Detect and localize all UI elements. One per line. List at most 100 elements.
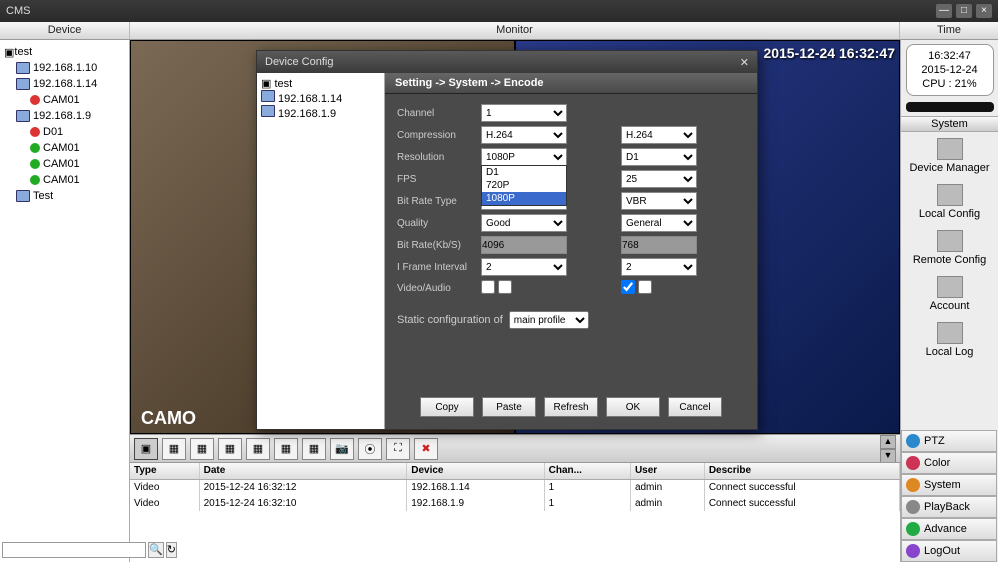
view-2x2-button[interactable]: ▦	[162, 438, 186, 460]
system-item[interactable]: Account	[901, 270, 998, 316]
minimize-button[interactable]: —	[936, 4, 952, 18]
view-3x3-button[interactable]: ▦	[190, 438, 214, 460]
bitrate-main-input[interactable]	[481, 236, 567, 254]
iframe-sub-select[interactable]: 2	[621, 258, 697, 276]
search-button[interactable]: 🔍	[148, 542, 164, 558]
iframe-main-select[interactable]: 2	[481, 258, 567, 276]
resolution-option[interactable]: 720P	[482, 179, 566, 192]
dialog-tree-node[interactable]: 192.168.1.9	[261, 105, 380, 120]
bitratetype-label: Bit Rate Type	[397, 196, 479, 207]
dialog-tree-node[interactable]: 192.168.1.14	[261, 90, 380, 105]
log-cell: admin	[630, 479, 704, 495]
resolution-option[interactable]: D1	[482, 166, 566, 179]
paste-button[interactable]: Paste	[482, 397, 536, 417]
device-tree: ▣ test 192.168.1.10192.168.1.14CAM01192.…	[0, 40, 130, 562]
tree-search-input[interactable]	[2, 542, 146, 558]
resolution-main-select[interactable]: 1080P D1720P1080P	[481, 148, 567, 166]
audio-sub-checkbox[interactable]	[638, 280, 652, 294]
close-button[interactable]: ×	[976, 4, 992, 18]
tree-node[interactable]: CAM01	[2, 172, 127, 188]
system-item[interactable]: Device Manager	[901, 132, 998, 178]
device-icon	[16, 62, 30, 74]
panel-button-playback[interactable]: PlayBack	[901, 496, 997, 518]
scroll-down-button[interactable]: ▼	[880, 449, 896, 463]
dialog-tree-root[interactable]: ▣ test	[261, 77, 380, 90]
view-grid5-button[interactable]: ▦	[246, 438, 270, 460]
resolution-option[interactable]: 1080P	[482, 192, 566, 205]
tree-node[interactable]: CAM01	[2, 140, 127, 156]
videoaudio-label: Video/Audio	[397, 283, 479, 294]
view-4x4-button[interactable]: ▦	[218, 438, 242, 460]
bitratetype-sub-select[interactable]: VBR	[621, 192, 697, 210]
tree-node[interactable]: 192.168.1.10	[2, 60, 127, 76]
system-item[interactable]: Local Config	[901, 178, 998, 224]
view-grid6-button[interactable]: ▦	[274, 438, 298, 460]
dialog-titlebar[interactable]: Device Config ✕	[257, 51, 757, 73]
right-panel: 16:32:47 2015-12-24 CPU : 21% System Dev…	[900, 40, 998, 562]
system-item[interactable]: Local Log	[901, 316, 998, 362]
log-header[interactable]: Describe	[704, 463, 899, 479]
fps-sub-select[interactable]: 25	[621, 170, 697, 188]
compression-main-select[interactable]: H.264	[481, 126, 567, 144]
topnav-time: Time	[900, 22, 998, 39]
channel-select[interactable]: 1	[481, 104, 567, 122]
resolution-sub-select[interactable]: D1	[621, 148, 697, 166]
log-header[interactable]: Date	[199, 463, 407, 479]
scroll-up-button[interactable]: ▲	[880, 435, 896, 449]
cancel-button[interactable]: Cancel	[668, 397, 722, 417]
log-cell: 1	[544, 479, 630, 495]
close-all-button[interactable]: ✖	[414, 438, 438, 460]
search-clear-button[interactable]: ↻	[166, 542, 177, 558]
view-grid7-button[interactable]: ▦	[302, 438, 326, 460]
system-item[interactable]: Remote Config	[901, 224, 998, 270]
tree-root[interactable]: ▣ test	[2, 44, 127, 60]
log-row[interactable]: Video2015-12-24 16:32:12192.168.1.141adm…	[130, 479, 900, 495]
fullscreen-button[interactable]: ⛶	[386, 438, 410, 460]
log-cell: Connect successful	[704, 479, 899, 495]
view-toolbar: ▣ ▦ ▦ ▦ ▦ ▦ ▦ 📷 ⦿ ⛶ ✖ ▲ ▼	[130, 434, 900, 462]
panel-button-system[interactable]: System	[901, 474, 997, 496]
copy-button[interactable]: Copy	[420, 397, 474, 417]
tree-node[interactable]: CAM01	[2, 156, 127, 172]
dialog-title: Device Config	[265, 56, 333, 68]
quality-sub-select[interactable]: General	[621, 214, 697, 232]
clock-box: 16:32:47 2015-12-24 CPU : 21%	[906, 44, 994, 96]
resolution-dropdown-list[interactable]: D1720P1080P	[481, 165, 567, 206]
static-config-select[interactable]: main profile	[509, 311, 589, 329]
log-header[interactable]: Type	[130, 463, 199, 479]
log-cell: 192.168.1.14	[407, 479, 544, 495]
audio-main-checkbox[interactable]	[498, 280, 512, 294]
panel-button-logout[interactable]: LogOut	[901, 540, 997, 562]
tree-node[interactable]: 192.168.1.9	[2, 108, 127, 124]
panel-button-color[interactable]: Color	[901, 452, 997, 474]
refresh-button[interactable]: Refresh	[544, 397, 598, 417]
log-header[interactable]: Chan...	[544, 463, 630, 479]
panel-button-ptz[interactable]: PTZ	[901, 430, 997, 452]
video-main-checkbox[interactable]	[481, 280, 495, 294]
bitrate-label: Bit Rate(Kb/S)	[397, 240, 479, 251]
bitrate-sub-input[interactable]	[621, 236, 697, 254]
tree-node[interactable]: 192.168.1.14	[2, 76, 127, 92]
log-header[interactable]: User	[630, 463, 704, 479]
panel-button-advance[interactable]: Advance	[901, 518, 997, 540]
dialog-close-button[interactable]: ✕	[740, 56, 749, 69]
snapshot-button[interactable]: 📷	[330, 438, 354, 460]
tree-node[interactable]: Test	[2, 188, 127, 204]
log-header[interactable]: Device	[407, 463, 544, 479]
tree-node[interactable]: CAM01	[2, 92, 127, 108]
topnav-device: Device	[0, 22, 130, 39]
maximize-button[interactable]: □	[956, 4, 972, 18]
tree-search-bar: 🔍 ↻	[2, 542, 127, 560]
video-sub-checkbox[interactable]	[621, 280, 635, 294]
system-item-label: Account	[901, 300, 998, 312]
clock-time: 16:32:47	[907, 49, 993, 63]
log-cell: 192.168.1.9	[407, 495, 544, 511]
tree-node[interactable]: D01	[2, 124, 127, 140]
quality-main-select[interactable]: Good	[481, 214, 567, 232]
log-row[interactable]: Video2015-12-24 16:32:10192.168.1.91admi…	[130, 495, 900, 511]
record-button[interactable]: ⦿	[358, 438, 382, 460]
ok-button[interactable]: OK	[606, 397, 660, 417]
compression-sub-select[interactable]: H.264	[621, 126, 697, 144]
view-1x1-button[interactable]: ▣	[134, 438, 158, 460]
cpu-bar	[906, 102, 994, 112]
